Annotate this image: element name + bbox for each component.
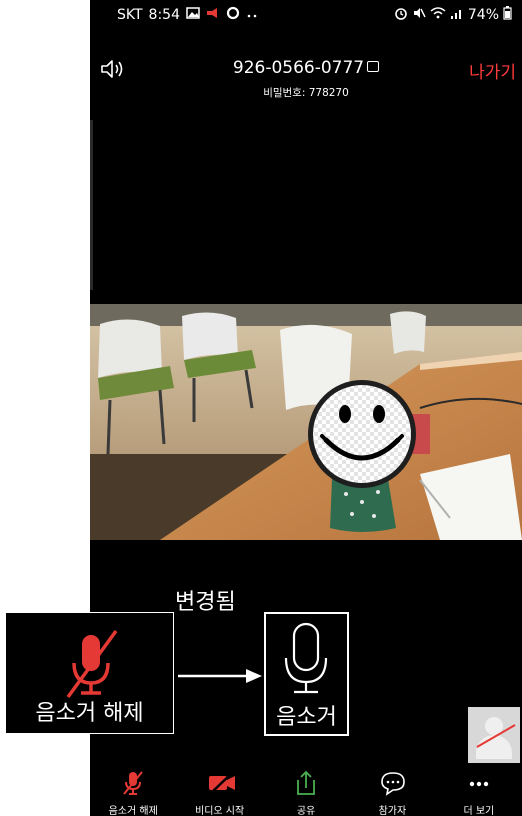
video-off-icon bbox=[207, 770, 235, 796]
status-bar: SKT 8:54 74% bbox=[90, 0, 522, 30]
changed-annotation-label: 변경됨 bbox=[175, 590, 236, 615]
chair-4 bbox=[390, 311, 426, 354]
share-icon bbox=[293, 770, 319, 796]
participants-icon bbox=[379, 770, 406, 796]
lock-icon bbox=[367, 61, 380, 72]
meeting-password: 비밀번호: 778270 bbox=[263, 87, 349, 99]
meeting-header: 926-0566-0777 비밀번호: 778270 나가기 bbox=[90, 52, 522, 102]
arrow-right-icon bbox=[178, 669, 262, 683]
battery-icon bbox=[503, 6, 512, 23]
alert-icon bbox=[206, 7, 220, 22]
alarm-icon bbox=[394, 6, 408, 23]
unmute-button[interactable]: 음소거 해제 bbox=[90, 766, 176, 816]
start-video-label: 비디오 시작 bbox=[195, 806, 245, 816]
status-left: SKT 8:54 bbox=[117, 6, 258, 23]
more-label: 더 보기 bbox=[463, 806, 495, 816]
battery-label: 74% bbox=[467, 6, 499, 23]
wifi-icon bbox=[430, 6, 446, 23]
start-video-button[interactable]: 비디오 시작 bbox=[176, 766, 262, 816]
participants-button[interactable]: 참가자 bbox=[349, 766, 435, 816]
video-scene bbox=[90, 304, 522, 540]
before-annotation-label: 음소거 해제 bbox=[35, 701, 144, 726]
mic-muted-icon bbox=[120, 770, 146, 796]
more-button[interactable]: 더 보기 bbox=[436, 766, 522, 816]
after-annotation-box: 음소거 bbox=[264, 612, 349, 736]
before-annotation-box: 음소거 해제 bbox=[5, 612, 174, 734]
signal-icon bbox=[450, 6, 464, 23]
status-right: 74% bbox=[394, 6, 512, 23]
meeting-id: 926-0566-0777 bbox=[232, 58, 365, 78]
video-feed bbox=[90, 304, 522, 540]
side-panel-edge bbox=[90, 120, 93, 290]
after-annotation-label: 음소거 bbox=[276, 705, 337, 730]
more-dots-icon bbox=[246, 8, 258, 22]
gallery-icon bbox=[186, 7, 200, 22]
more-icon bbox=[466, 770, 492, 796]
unmute-label: 음소거 해제 bbox=[108, 806, 158, 816]
carrier-label: SKT bbox=[117, 6, 143, 23]
participants-label: 참가자 bbox=[378, 806, 407, 816]
meeting-toolbar: 음소거 해제 비디오 시작 공유 참가자 더 보기 bbox=[90, 766, 522, 816]
share-button[interactable]: 공유 bbox=[263, 766, 349, 816]
self-preview-avatar[interactable] bbox=[468, 707, 520, 763]
mute-icon bbox=[412, 6, 426, 23]
share-label: 공유 bbox=[296, 806, 316, 816]
time-label: 8:54 bbox=[148, 6, 180, 23]
circle-app-icon bbox=[226, 6, 240, 23]
meeting-id-row: 926-0566-0777 bbox=[90, 58, 522, 78]
smiley-face-icon bbox=[308, 380, 416, 488]
leave-button[interactable]: 나가기 bbox=[469, 58, 516, 83]
avatar-body bbox=[476, 735, 512, 759]
